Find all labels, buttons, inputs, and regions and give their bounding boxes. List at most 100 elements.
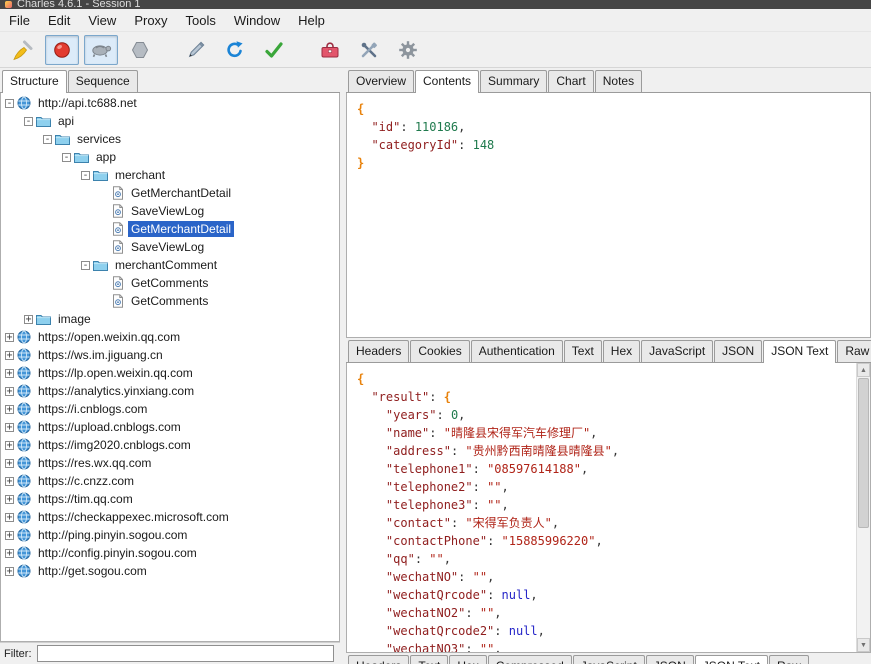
response-scrollbar[interactable] <box>856 363 870 652</box>
tab-structure[interactable]: Structure <box>2 70 67 93</box>
tree-node-http-config-pinyin-sogou-com[interactable]: +http://config.pinyin.sogou.com <box>1 544 339 562</box>
menu-edit[interactable]: Edit <box>39 9 79 31</box>
tree-node-https-res-wx-qq-com[interactable]: +https://res.wx.qq.com <box>1 454 339 472</box>
tab-hex[interactable]: Hex <box>449 655 486 664</box>
tab-headers[interactable]: Headers <box>348 655 409 664</box>
toolbox-button[interactable] <box>313 35 347 65</box>
tree-node-http-api-tc688-net[interactable]: -http://api.tc688.net <box>1 94 339 112</box>
tree-node-https-open-weixin-qq-com[interactable]: +https://open.weixin.qq.com <box>1 328 339 346</box>
tree-node-https-img2020-cnblogs-com[interactable]: +https://img2020.cnblogs.com <box>1 436 339 454</box>
tab-overview[interactable]: Overview <box>348 70 414 92</box>
code-line: "result": { <box>357 388 860 406</box>
tab-javascript[interactable]: JavaScript <box>641 340 713 362</box>
tree-node-getcomments[interactable]: GetComments <box>1 292 339 310</box>
tree-node-saveviewlog[interactable]: SaveViewLog <box>1 238 339 256</box>
expand-toggle-icon[interactable]: + <box>5 495 14 504</box>
scroll-thumb[interactable] <box>858 378 869 528</box>
settings-button[interactable] <box>391 35 425 65</box>
tree-node-app[interactable]: -app <box>1 148 339 166</box>
tree-node-https-tim-qq-com[interactable]: +https://tim.qq.com <box>1 490 339 508</box>
tree-node-merchantcomment[interactable]: -merchantComment <box>1 256 339 274</box>
record-button[interactable] <box>45 35 79 65</box>
validate-button[interactable] <box>257 35 291 65</box>
tree-node-https-analytics-yinxiang-com[interactable]: +https://analytics.yinxiang.com <box>1 382 339 400</box>
tab-json[interactable]: JSON <box>714 340 762 362</box>
folder-icon <box>36 313 51 325</box>
expand-toggle-icon[interactable]: + <box>5 405 14 414</box>
tree-node-getcomments[interactable]: GetComments <box>1 274 339 292</box>
tree-node-https-ws-im-jiguang-cn[interactable]: +https://ws.im.jiguang.cn <box>1 346 339 364</box>
filter-input[interactable] <box>37 645 335 662</box>
menu-window[interactable]: Window <box>225 9 289 31</box>
tab-authentication[interactable]: Authentication <box>471 340 563 362</box>
throttle-button[interactable] <box>84 35 118 65</box>
expand-toggle-icon[interactable]: + <box>5 333 14 342</box>
tab-raw[interactable]: Raw <box>769 655 809 664</box>
expand-toggle-icon[interactable]: + <box>5 369 14 378</box>
tab-cookies[interactable]: Cookies <box>410 340 469 362</box>
tree-node-https-lp-open-weixin-qq-com[interactable]: +https://lp.open.weixin.qq.com <box>1 364 339 382</box>
expand-toggle-icon[interactable]: + <box>24 315 33 324</box>
repeat-button[interactable] <box>218 35 252 65</box>
menu-proxy[interactable]: Proxy <box>125 9 176 31</box>
filter-label: Filter: <box>4 648 32 660</box>
tab-hex[interactable]: Hex <box>603 340 640 362</box>
tab-summary[interactable]: Summary <box>480 70 547 92</box>
expand-toggle-icon[interactable]: + <box>5 513 14 522</box>
scroll-up-icon[interactable] <box>857 363 870 377</box>
expand-toggle-icon[interactable]: + <box>5 423 14 432</box>
tab-contents[interactable]: Contents <box>415 70 479 93</box>
tab-compressed[interactable]: Compressed <box>488 655 572 664</box>
expand-toggle-icon[interactable]: + <box>5 567 14 576</box>
tab-json[interactable]: JSON <box>646 655 694 664</box>
tree-node-image[interactable]: +image <box>1 310 339 328</box>
filter-row: Filter: <box>0 642 340 664</box>
expand-toggle-icon[interactable]: + <box>5 477 14 486</box>
tab-notes[interactable]: Notes <box>595 70 642 92</box>
tab-text[interactable]: Text <box>564 340 602 362</box>
tree-node-services[interactable]: -services <box>1 130 339 148</box>
tools-button[interactable] <box>352 35 386 65</box>
tree-node-label: http://get.sogou.com <box>35 563 150 579</box>
tree-node-http-get-sogou-com[interactable]: + http://get.sogou.com <box>1 562 339 580</box>
menu-file[interactable]: File <box>0 9 39 31</box>
compose-button[interactable] <box>179 35 213 65</box>
tab-raw[interactable]: Raw <box>837 340 871 362</box>
collapse-toggle-icon[interactable]: - <box>81 261 90 270</box>
tree-node-http-ping-pinyin-sogou-com[interactable]: +http://ping.pinyin.sogou.com <box>1 526 339 544</box>
collapse-toggle-icon[interactable]: - <box>43 135 52 144</box>
expand-toggle-icon[interactable]: + <box>5 531 14 540</box>
tree-node-saveviewlog[interactable]: SaveViewLog <box>1 202 339 220</box>
menu-help[interactable]: Help <box>289 9 334 31</box>
tree-node-getmerchantdetail[interactable]: GetMerchantDetail <box>1 220 339 238</box>
expand-toggle-icon[interactable]: + <box>5 351 14 360</box>
tree-node-https-checkappexec-microsoft-com[interactable]: +https://checkappexec.microsoft.com <box>1 508 339 526</box>
tab-text[interactable]: Text <box>410 655 448 664</box>
expand-toggle-icon[interactable]: + <box>5 549 14 558</box>
tree-node-merchant[interactable]: - merchant <box>1 166 339 184</box>
collapse-toggle-icon[interactable]: - <box>5 99 14 108</box>
tree-node-label: merchant <box>112 167 168 183</box>
tree-node-https-c-cnzz-com[interactable]: +https://c.cnzz.com <box>1 472 339 490</box>
tab-headers[interactable]: Headers <box>348 340 409 362</box>
tree-node-api[interactable]: -api <box>1 112 339 130</box>
expand-toggle-icon[interactable]: + <box>5 387 14 396</box>
collapse-toggle-icon[interactable]: - <box>24 117 33 126</box>
tree-node-https-i-cnblogs-com[interactable]: +https://i.cnblogs.com <box>1 400 339 418</box>
tab-json-text[interactable]: JSON Text <box>695 655 768 664</box>
tab-json-text[interactable]: JSON Text <box>763 340 836 363</box>
expand-toggle-icon[interactable]: + <box>5 441 14 450</box>
breakpoints-button[interactable] <box>123 35 157 65</box>
tab-javascript[interactable]: JavaScript <box>573 655 645 664</box>
collapse-toggle-icon[interactable]: - <box>81 171 90 180</box>
tree-node-getmerchantdetail[interactable]: GetMerchantDetail <box>1 184 339 202</box>
scroll-down-icon[interactable] <box>857 638 870 652</box>
tab-chart[interactable]: Chart <box>548 70 593 92</box>
menu-tools[interactable]: Tools <box>177 9 225 31</box>
tab-sequence[interactable]: Sequence <box>68 70 138 92</box>
clear-session-button[interactable] <box>6 35 40 65</box>
menu-view[interactable]: View <box>79 9 125 31</box>
tree-node-https-upload-cnblogs-com[interactable]: +https://upload.cnblogs.com <box>1 418 339 436</box>
collapse-toggle-icon[interactable]: - <box>62 153 71 162</box>
expand-toggle-icon[interactable]: + <box>5 459 14 468</box>
